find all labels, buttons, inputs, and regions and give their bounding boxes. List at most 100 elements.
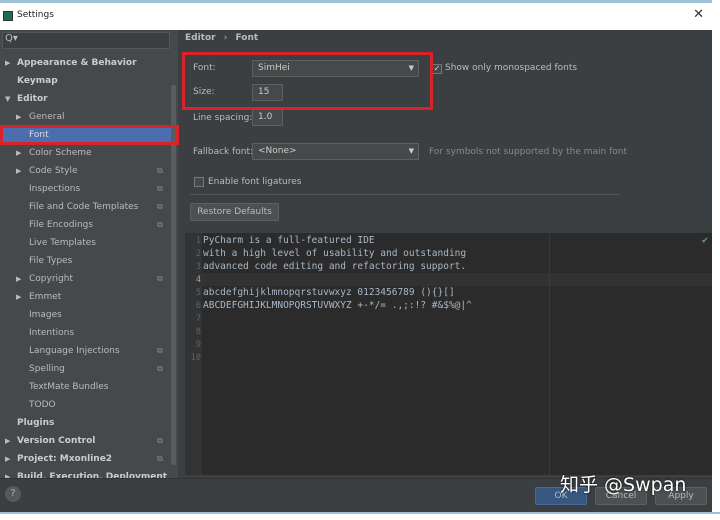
restore-defaults-button[interactable]: Restore Defaults (190, 203, 279, 221)
sidebar-item-label: Language Injections (29, 346, 120, 356)
sidebar-item-project-mxonline2[interactable]: ▶ Project: Mxonline2 ⧉ (0, 450, 172, 468)
watermark: 知乎 @Swpan (560, 474, 687, 496)
code-line: with a high level of usability and outst… (203, 248, 467, 259)
monospaced-checkbox[interactable]: ✓ (432, 64, 442, 74)
collapsed-arrow-icon[interactable]: ▶ (16, 144, 21, 162)
sidebar-item-file-and-code-templates[interactable]: File and Code Templates ⧉ (0, 198, 172, 216)
line-number: 9 (195, 340, 201, 350)
sidebar-item-spelling[interactable]: Spelling ⧉ (0, 360, 172, 378)
sidebar-item-todo[interactable]: TODO (0, 396, 172, 414)
sidebar-item-language-injections[interactable]: Language Injections ⧉ (0, 342, 172, 360)
ligatures-checkbox[interactable] (194, 177, 204, 187)
fallback-hint: For symbols not supported by the main fo… (429, 147, 628, 157)
sidebar-item-general[interactable]: ▶ General (0, 108, 172, 126)
line-spacing-label: Line spacing: (193, 113, 253, 123)
sidebar-item-label: TextMate Bundles (29, 382, 109, 392)
project-scope-icon: ⧉ (157, 274, 163, 283)
sidebar-item-version-control[interactable]: ▶ Version Control ⧉ (0, 432, 172, 450)
breadcrumb-separator: › (223, 33, 228, 43)
collapsed-arrow-icon[interactable]: ▶ (16, 288, 21, 306)
fallback-font-label: Fallback font: (193, 147, 254, 157)
fallback-font-value: <None> (258, 146, 297, 156)
checkmark-icon: ✔ (701, 235, 708, 246)
title-bar: Settings ✕ (0, 0, 712, 30)
divider (190, 194, 620, 195)
breadcrumb-current: Font (235, 33, 259, 43)
sidebar-item-label: Inspections (29, 184, 81, 194)
line-spacing-input[interactable]: 1.0 (252, 109, 283, 126)
sidebar-item-live-templates[interactable]: Live Templates (0, 234, 172, 252)
current-line-highlight (185, 273, 712, 286)
sidebar-item-file-types[interactable]: File Types (0, 252, 172, 270)
highlight-box-font-size (182, 52, 433, 110)
sidebar-item-label: Appearance & Behavior (17, 58, 137, 68)
settings-dialog: Q▾ ▶ Appearance & Behavior Keymap ▼ Editor ▶ G… (0, 30, 712, 512)
line-number: 1 (195, 236, 201, 246)
collapsed-arrow-icon[interactable]: ▶ (5, 54, 10, 72)
sidebar-item-code-style[interactable]: ▶ Code Style ⧉ (0, 162, 172, 180)
project-scope-icon: ⧉ (157, 436, 163, 445)
code-line: abcdefghijklmnopqrstuvwxyz 0123456789 ()… (203, 287, 455, 298)
fallback-font-dropdown[interactable]: <None> ▼ (252, 143, 419, 160)
app-logo-icon (3, 11, 13, 21)
sidebar-item-plugins[interactable]: Plugins (0, 414, 172, 432)
collapsed-arrow-icon[interactable]: ▶ (16, 270, 21, 288)
project-scope-icon: ⧉ (157, 184, 163, 193)
right-margin-guide (549, 233, 550, 475)
window-frame-right (712, 0, 720, 520)
sidebar-item-copyright[interactable]: ▶ Copyright ⧉ (0, 270, 172, 288)
sidebar-item-label: Keymap (17, 76, 58, 86)
sidebar-item-build-execution-deployment[interactable]: ▶ Build, Execution, Deployment (0, 468, 172, 478)
project-scope-icon: ⧉ (157, 346, 163, 355)
sidebar-item-label: Images (29, 310, 62, 320)
sidebar-item-color-scheme[interactable]: ▶ Color Scheme (0, 144, 172, 162)
sidebar-item-label: File and Code Templates (29, 202, 139, 212)
sidebar-item-label: Plugins (17, 418, 55, 428)
sidebar-item-label: File Types (29, 256, 73, 266)
sidebar-item-file-encodings[interactable]: File Encodings ⧉ (0, 216, 172, 234)
search-input[interactable]: Q▾ (2, 32, 170, 49)
project-scope-icon: ⧉ (157, 202, 163, 211)
sidebar-item-appearance-behavior[interactable]: ▶ Appearance & Behavior (0, 54, 172, 72)
sidebar-item-images[interactable]: Images (0, 306, 172, 324)
sidebar-item-keymap[interactable]: Keymap (0, 72, 172, 90)
sidebar-item-label: Build, Execution, Deployment (17, 472, 168, 478)
line-number: 7 (195, 314, 201, 324)
collapsed-arrow-icon[interactable]: ▶ (5, 432, 10, 450)
collapsed-arrow-icon[interactable]: ▶ (5, 468, 10, 478)
sidebar-item-intentions[interactable]: Intentions (0, 324, 172, 342)
code-line: advanced code editing and refactoring su… (203, 261, 467, 272)
line-number: 5 (195, 288, 201, 298)
line-number: 10 (190, 353, 201, 363)
sidebar-item-textmate-bundles[interactable]: TextMate Bundles (0, 378, 172, 396)
font-preview-editor[interactable]: 1 PyCharm is a full-featured IDE 2 with a h… (185, 233, 712, 475)
sidebar-item-editor[interactable]: ▼ Editor (0, 90, 172, 108)
project-scope-icon: ⧉ (157, 454, 163, 463)
line-number: 6 (195, 301, 201, 311)
sidebar-item-label: Emmet (29, 292, 62, 302)
collapsed-arrow-icon[interactable]: ▶ (16, 108, 21, 126)
code-line: ABCDEFGHIJKLMNOPQRSTUVWXYZ +-*/= .,;:!? … (203, 300, 472, 311)
expanded-arrow-icon[interactable]: ▼ (5, 90, 10, 108)
close-button[interactable]: ✕ (693, 7, 704, 22)
sidebar-item-label: General (29, 112, 65, 122)
sidebar-item-label: File Encodings (29, 220, 94, 230)
ligatures-label: Enable font ligatures (208, 177, 302, 187)
highlight-box-font-item (0, 125, 179, 145)
breadcrumb: Editor › Font (185, 33, 258, 43)
window-title: Settings (17, 10, 54, 20)
chevron-down-icon: ▼ (408, 147, 414, 155)
sidebar-item-label: TODO (29, 400, 56, 410)
line-number: 3 (195, 262, 201, 272)
breadcrumb-parent[interactable]: Editor (185, 33, 216, 43)
project-scope-icon: ⧉ (157, 166, 163, 175)
sidebar-item-emmet[interactable]: ▶ Emmet (0, 288, 172, 306)
help-button[interactable]: ? (5, 486, 21, 502)
sidebar-item-label: Editor (17, 94, 48, 104)
sidebar-item-inspections[interactable]: Inspections ⧉ (0, 180, 172, 198)
collapsed-arrow-icon[interactable]: ▶ (5, 450, 10, 468)
collapsed-arrow-icon[interactable]: ▶ (16, 162, 21, 180)
project-scope-icon: ⧉ (157, 220, 163, 229)
window-frame-bottom (0, 512, 720, 520)
sidebar-item-label: Code Style (29, 166, 78, 176)
